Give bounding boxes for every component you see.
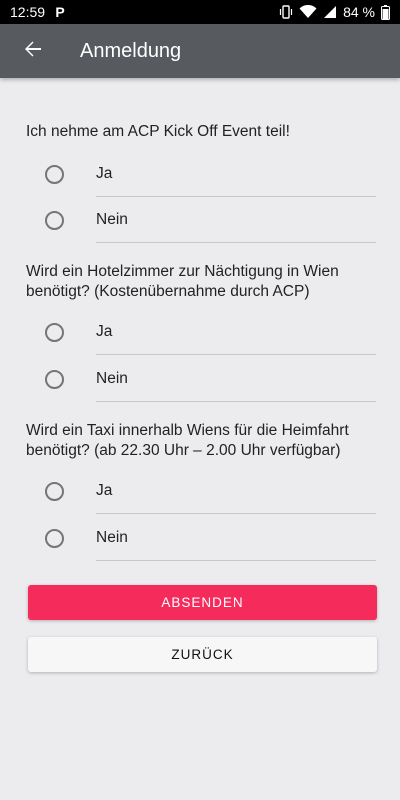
submit-button[interactable]: ABSENDEN <box>28 585 377 620</box>
option-label: Nein <box>96 370 128 387</box>
radio-button[interactable] <box>45 322 64 342</box>
divider <box>96 242 376 243</box>
status-bar: 12:59 P 84 % <box>0 0 400 24</box>
status-time: 12:59 <box>10 4 46 20</box>
question-event-participation: Ich nehme am ACP Kick Off Event teil! <box>26 123 290 140</box>
radio-button[interactable] <box>45 210 64 230</box>
option-event-ja[interactable]: Ja <box>0 151 400 197</box>
option-hotel-nein[interactable]: Nein <box>0 356 400 402</box>
option-label: Nein <box>96 529 128 546</box>
question-taxi: Wird ein Taxi innerhalb Wiens für die He… <box>26 422 349 459</box>
divider <box>96 401 376 402</box>
wifi-icon <box>299 5 317 19</box>
radio-button[interactable] <box>45 369 64 389</box>
battery-level: 84 % <box>343 4 375 20</box>
option-event-nein[interactable]: Nein <box>0 197 400 243</box>
page-title: Anmeldung <box>80 39 182 62</box>
question-hotel-room: Wird ein Hotelzimmer zur Nächtigung in W… <box>26 263 339 300</box>
option-label: Ja <box>96 482 113 499</box>
option-hotel-ja[interactable]: Ja <box>0 309 400 355</box>
arrow-back-icon <box>24 40 42 63</box>
battery-icon <box>381 4 390 20</box>
radio-button[interactable] <box>45 481 64 501</box>
divider <box>96 513 376 514</box>
parking-app-icon: P <box>55 4 65 20</box>
option-label: Ja <box>96 165 113 182</box>
vibrate-icon <box>279 5 293 19</box>
radio-button[interactable] <box>45 528 64 548</box>
divider <box>96 560 376 561</box>
back-text-button[interactable]: ZURÜCK <box>28 637 377 672</box>
option-taxi-ja[interactable]: Ja <box>0 468 400 514</box>
signal-icon <box>323 5 337 19</box>
option-label: Ja <box>96 323 113 340</box>
divider <box>96 354 376 355</box>
option-taxi-nein[interactable]: Nein <box>0 515 400 561</box>
back-button[interactable] <box>0 24 56 78</box>
radio-button[interactable] <box>45 164 64 184</box>
option-label: Nein <box>96 211 128 228</box>
app-bar: Anmeldung <box>0 24 400 78</box>
